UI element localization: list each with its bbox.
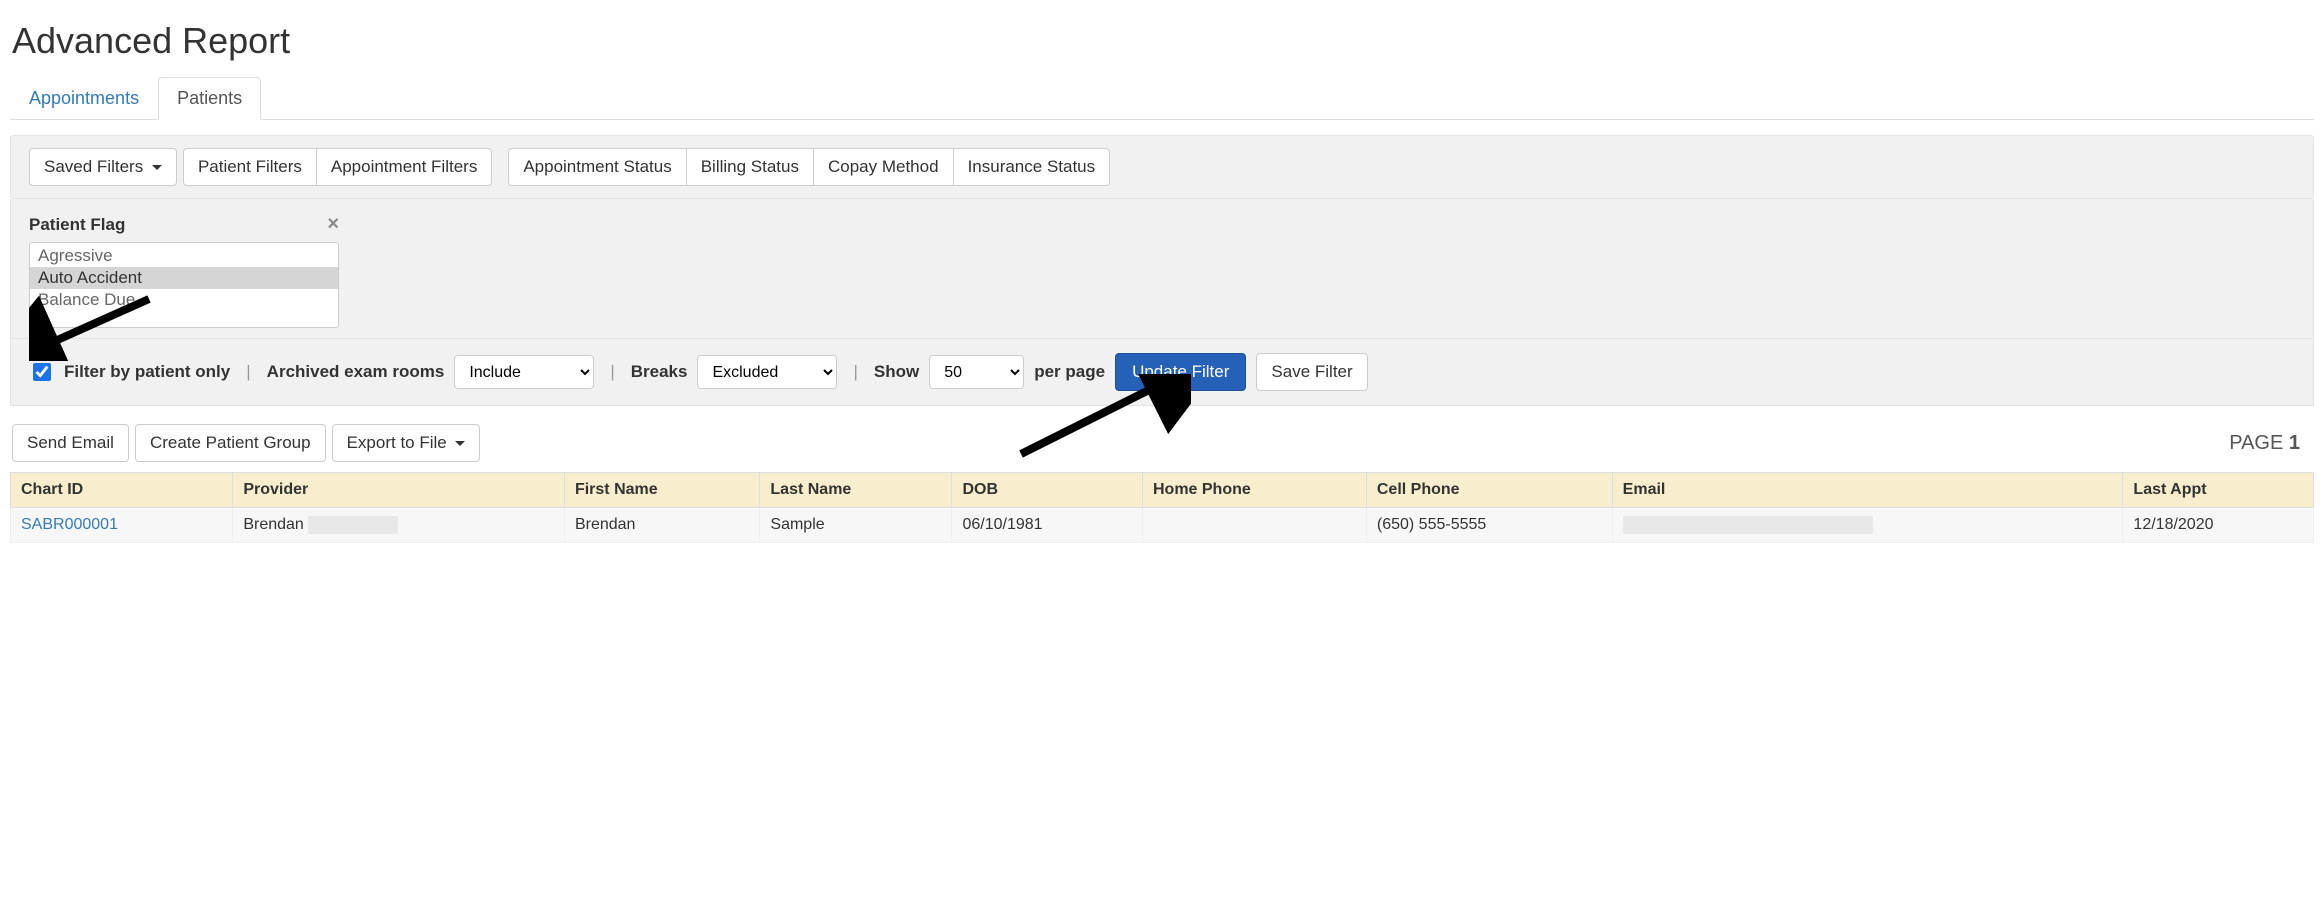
- separator: |: [610, 362, 614, 382]
- table-header-row: Chart ID Provider First Name Last Name D…: [11, 473, 2314, 508]
- patient-filters-button[interactable]: Patient Filters: [183, 148, 316, 186]
- update-filter-button[interactable]: Update Filter: [1115, 353, 1246, 391]
- chart-id-link[interactable]: SABR000001: [21, 516, 118, 533]
- appointment-status-button[interactable]: Appointment Status: [508, 148, 685, 186]
- col-last-name[interactable]: Last Name: [760, 473, 952, 508]
- separator: |: [853, 362, 857, 382]
- col-email[interactable]: Email: [1612, 473, 2123, 508]
- cell-last-name: Sample: [760, 508, 952, 543]
- filter-buttons-group: Patient Filters Appointment Filters: [183, 148, 492, 186]
- col-first-name[interactable]: First Name: [564, 473, 759, 508]
- col-home-phone[interactable]: Home Phone: [1142, 473, 1366, 508]
- status-buttons-group: Appointment Status Billing Status Copay …: [508, 148, 1110, 186]
- tab-patients-link[interactable]: Patients: [158, 77, 261, 120]
- flag-option-balance-due[interactable]: Balance Due: [30, 289, 338, 311]
- breaks-label: Breaks: [631, 362, 688, 382]
- cell-first-name: Brendan: [564, 508, 759, 543]
- insurance-status-button[interactable]: Insurance Status: [953, 148, 1111, 186]
- cell-email: [1612, 508, 2123, 543]
- patient-flag-section: Patient Flag × Agressive Auto Accident B…: [10, 199, 2314, 339]
- page-indicator: PAGE 1: [2229, 432, 2312, 455]
- archived-exam-rooms-label: Archived exam rooms: [267, 362, 445, 382]
- table-row[interactable]: SABR000001 Brendan Brendan Sample 06/10/…: [11, 508, 2314, 543]
- results-table: Chart ID Provider First Name Last Name D…: [10, 472, 2314, 543]
- save-filter-button[interactable]: Save Filter: [1256, 353, 1367, 391]
- actions-row: Send Email Create Patient Group Export t…: [10, 420, 2314, 466]
- filter-by-patient-only-label: Filter by patient only: [64, 362, 230, 382]
- cell-dob: 06/10/1981: [952, 508, 1143, 543]
- archived-exam-rooms-select[interactable]: Include: [454, 355, 594, 389]
- flag-option-aggressive[interactable]: Agressive: [30, 245, 338, 267]
- col-provider[interactable]: Provider: [233, 473, 565, 508]
- tab-appointments-link[interactable]: Appointments: [10, 77, 158, 120]
- cell-provider: Brendan: [233, 508, 565, 543]
- redacted-block: [308, 516, 398, 534]
- chevron-down-icon: [152, 165, 162, 170]
- col-cell-phone[interactable]: Cell Phone: [1366, 473, 1612, 508]
- flag-option-auto-accident[interactable]: Auto Accident: [30, 267, 338, 289]
- tab-appointments[interactable]: Appointments: [10, 77, 158, 120]
- show-per-page-select[interactable]: 50: [929, 355, 1024, 389]
- saved-filters-label: Saved Filters: [44, 157, 143, 176]
- patient-flag-listbox[interactable]: Agressive Auto Accident Balance Due: [29, 242, 339, 328]
- separator: |: [246, 362, 250, 382]
- export-to-file-label: Export to File: [347, 433, 447, 452]
- create-patient-group-button[interactable]: Create Patient Group: [135, 424, 326, 462]
- col-chart-id[interactable]: Chart ID: [11, 473, 233, 508]
- billing-status-button[interactable]: Billing Status: [686, 148, 813, 186]
- send-email-button[interactable]: Send Email: [12, 424, 129, 462]
- patient-flag-label: Patient Flag: [29, 215, 125, 235]
- cell-home-phone: [1142, 508, 1366, 543]
- chevron-down-icon: [455, 441, 465, 446]
- col-dob[interactable]: DOB: [952, 473, 1143, 508]
- close-icon[interactable]: ×: [327, 213, 339, 236]
- cell-cell-phone: (650) 555-5555: [1366, 508, 1612, 543]
- page-title: Advanced Report: [12, 20, 2312, 62]
- tab-patients[interactable]: Patients: [158, 77, 261, 120]
- filter-options-bar: Filter by patient only | Archived exam r…: [10, 339, 2314, 406]
- filter-by-patient-only-checkbox[interactable]: [33, 363, 51, 381]
- filter-toolbar-panel: Saved Filters Patient Filters Appointmen…: [10, 135, 2314, 199]
- export-to-file-dropdown[interactable]: Export to File: [332, 424, 481, 462]
- saved-filters-dropdown[interactable]: Saved Filters: [29, 148, 177, 186]
- breaks-select[interactable]: Excluded: [697, 355, 837, 389]
- cell-last-appt: 12/18/2020: [2123, 508, 2314, 543]
- appointment-filters-button[interactable]: Appointment Filters: [316, 148, 492, 186]
- per-page-label: per page: [1034, 362, 1105, 382]
- col-last-appt[interactable]: Last Appt: [2123, 473, 2314, 508]
- redacted-block: [1623, 516, 1873, 534]
- show-label: Show: [874, 362, 919, 382]
- copay-method-button[interactable]: Copay Method: [813, 148, 953, 186]
- tab-bar: Appointments Patients: [10, 77, 2314, 120]
